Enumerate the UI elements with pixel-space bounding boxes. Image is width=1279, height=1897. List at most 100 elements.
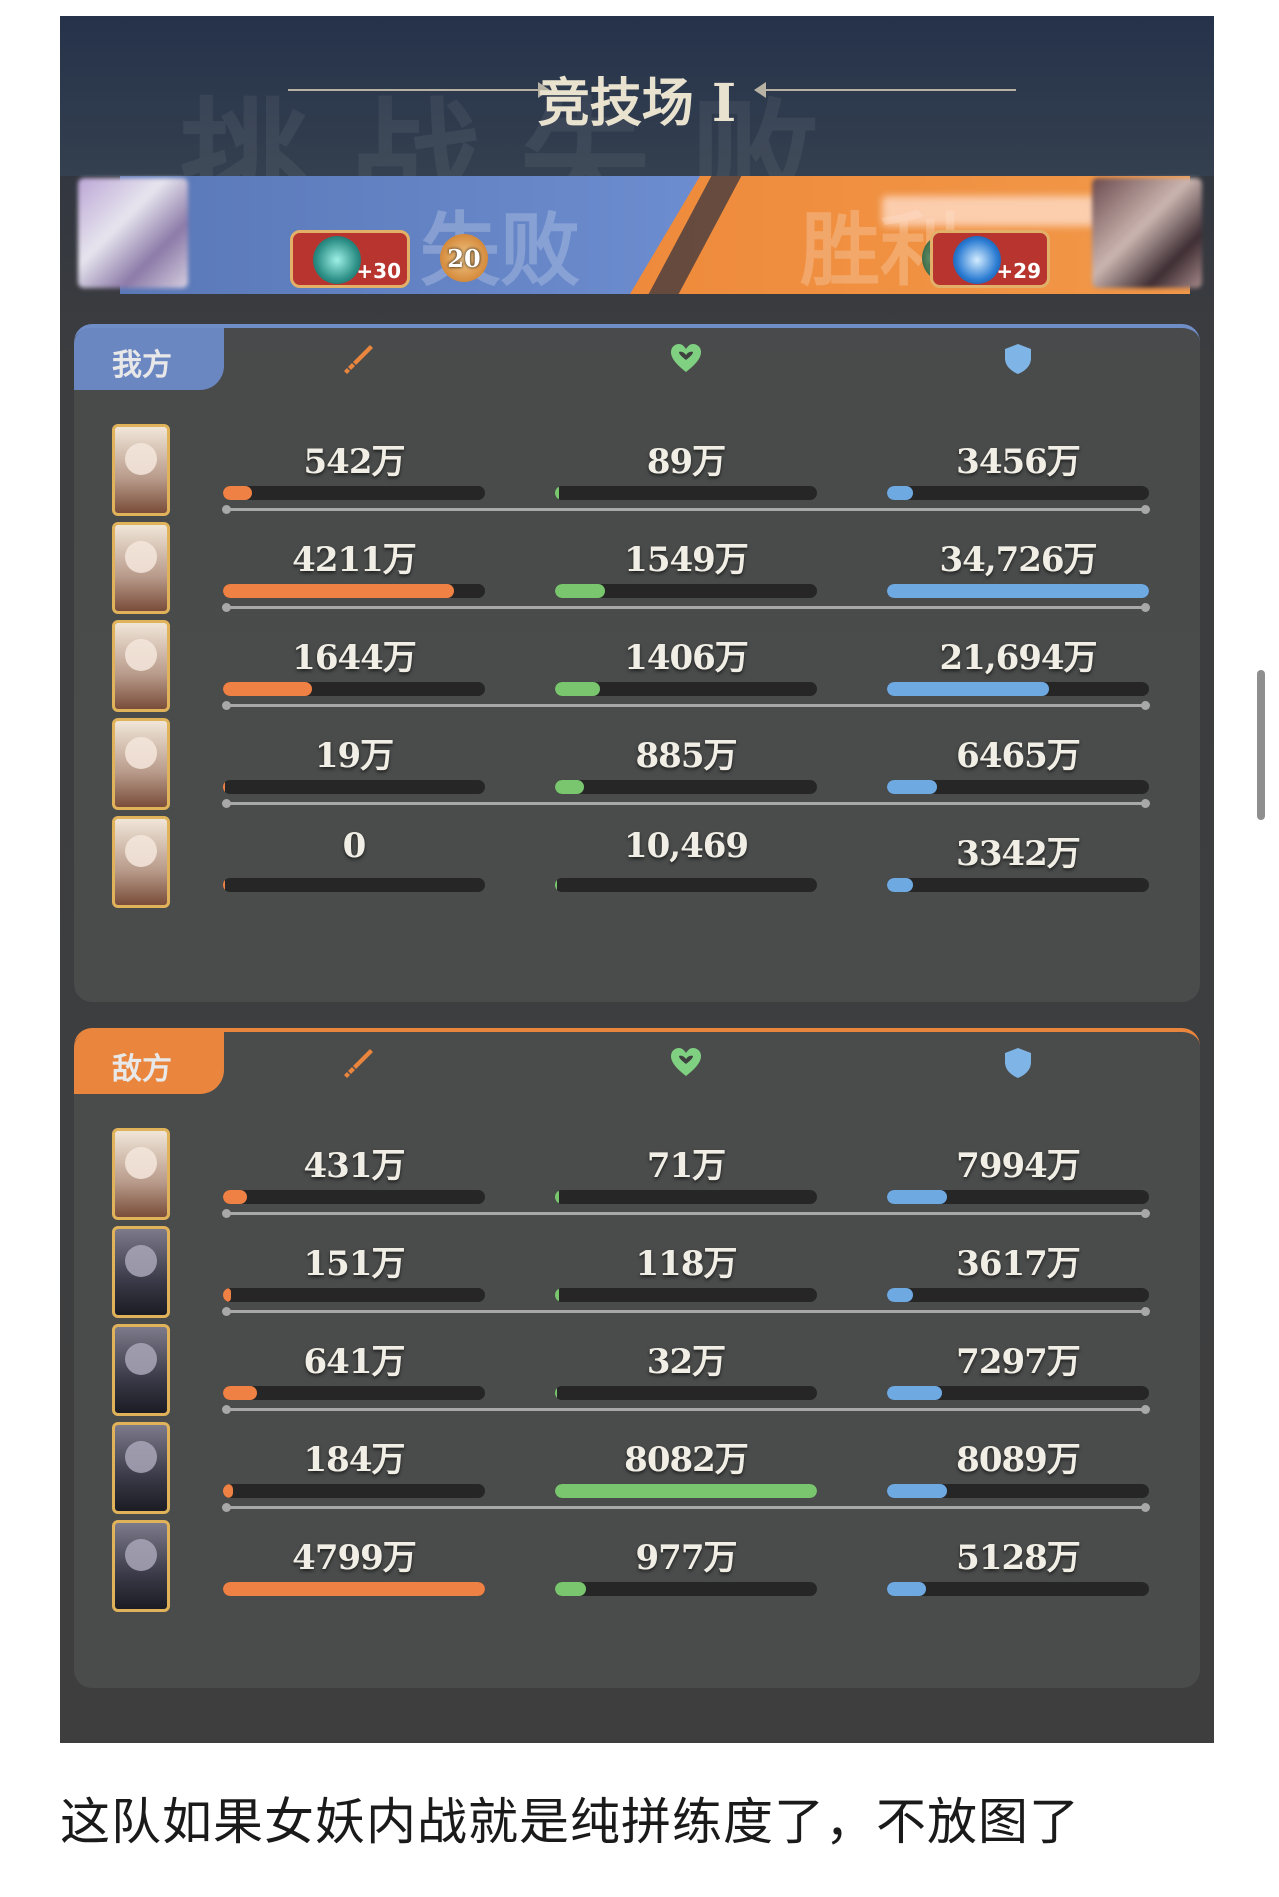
tank-stat-bar-fill — [887, 1190, 947, 1204]
heal-stat-bar-fill — [555, 878, 557, 892]
tank-stat-value: 7994万 — [956, 1146, 1081, 1186]
tank-stat-bar — [887, 1582, 1149, 1596]
heal-stat-bar — [555, 682, 817, 696]
tank-stat-bar — [887, 682, 1149, 696]
hero-portrait[interactable] — [112, 816, 170, 908]
enemy-team-panel: 敌方 431万 71万 7994万 151万 118万 3617万 641万 32万 7297万… — [74, 1028, 1200, 1688]
damage-stat-bar-fill — [223, 780, 225, 794]
battle-report-screenshot: 挑战失败 竞技场 I 失败 胜利 +30 20 20 +29 我方 — [60, 16, 1214, 1743]
gem-icon — [313, 236, 361, 284]
sword-icon — [342, 342, 376, 376]
hero-portrait[interactable] — [112, 1422, 170, 1514]
enemy-badge-bonus: +29 — [996, 259, 1041, 283]
damage-stat-bar — [223, 1190, 485, 1204]
tank-stat: 5128万 — [887, 1520, 1149, 1620]
arrow-left-icon — [754, 82, 766, 98]
header: 挑战失败 竞技场 I — [60, 16, 1214, 237]
enemy-avatar[interactable] — [1092, 178, 1202, 288]
tab-enemy-team[interactable]: 敌方 — [74, 1032, 224, 1094]
heart-icon — [669, 1046, 703, 1080]
tank-stat-bar-fill — [887, 878, 913, 892]
heal-stat-value: 1549万 — [624, 540, 749, 580]
hero-portrait[interactable] — [112, 522, 170, 614]
self-team-panel: 我方 542万 89万 3456万 4211万 1549万 34,726万 1644万 140… — [74, 324, 1200, 1002]
hero-portrait[interactable] — [112, 424, 170, 516]
tank-stat-bar-fill — [887, 584, 1149, 598]
heal-stat-bar — [555, 780, 817, 794]
damage-stat-value: 151万 — [303, 1244, 406, 1284]
shield-icon — [1001, 1046, 1035, 1080]
table-row: 0 10,469 3342万 — [74, 816, 1200, 916]
heal-stat-bar-fill — [555, 1190, 559, 1204]
heal-stat-bar-fill — [555, 780, 584, 794]
self-badge-bonus: +30 — [356, 259, 401, 283]
damage-stat-bar-fill — [223, 1386, 257, 1400]
heal-stat-value: 89万 — [646, 442, 726, 482]
heart-icon — [669, 342, 703, 376]
heal-stat-value: 32万 — [646, 1342, 726, 1382]
heal-stat-bar-fill — [555, 1484, 817, 1498]
self-avatar[interactable] — [78, 178, 188, 288]
self-level-medal: 20 — [436, 230, 492, 286]
hero-portrait[interactable] — [112, 1128, 170, 1220]
tank-stat-value: 8089万 — [956, 1440, 1081, 1480]
heal-stat-bar-fill — [555, 584, 605, 598]
damage-stat-value: 4799万 — [292, 1538, 417, 1578]
tank-stat-bar-fill — [887, 1484, 947, 1498]
enemy-name-blurred — [882, 196, 1112, 226]
heal-stat-value: 71万 — [646, 1146, 726, 1186]
damage-stat-bar — [223, 682, 485, 696]
damage-stat-value: 641万 — [303, 1342, 406, 1382]
hero-portrait[interactable] — [112, 1324, 170, 1416]
hero-portrait[interactable] — [112, 718, 170, 810]
heal-stat-bar — [555, 1190, 817, 1204]
self-rank-badge: +30 — [290, 230, 410, 288]
tank-stat-value: 6465万 — [956, 736, 1081, 776]
row-divider — [222, 701, 1150, 710]
damage-stat-bar — [223, 584, 485, 598]
damage-stat-bar-fill — [223, 1484, 233, 1498]
damage-stat-bar-fill — [223, 1582, 485, 1596]
tank-stat-value: 3342万 — [956, 834, 1081, 874]
hero-portrait[interactable] — [112, 1226, 170, 1318]
heal-stat-bar — [555, 486, 817, 500]
damage-stat-bar-fill — [223, 1190, 247, 1204]
table-row: 4799万 977万 5128万 — [74, 1520, 1200, 1620]
shield-icon — [1001, 342, 1035, 376]
tank-stat-bar-fill — [887, 486, 913, 500]
heal-stat-value: 118万 — [635, 1244, 738, 1284]
heal-stat-bar — [555, 1288, 817, 1302]
row-divider — [222, 799, 1150, 808]
tank-stat-value: 3617万 — [956, 1244, 1081, 1284]
tank-stat-bar-fill — [887, 682, 1049, 696]
row-divider — [222, 603, 1150, 612]
hero-portrait[interactable] — [112, 1520, 170, 1612]
damage-stat-bar-fill — [223, 486, 252, 500]
damage-stat: 0 — [223, 816, 485, 916]
tank-stat-value: 34,726万 — [939, 540, 1097, 580]
row-divider — [222, 1405, 1150, 1414]
heal-stat-bar — [555, 584, 817, 598]
heal-stat-value: 1406万 — [624, 638, 749, 678]
tank-stat-value: 3456万 — [956, 442, 1081, 482]
scrollbar[interactable] — [1257, 670, 1265, 820]
damage-stat-bar-fill — [223, 878, 225, 892]
enemy-rank-badge: +29 — [930, 230, 1050, 288]
tank-stat-bar — [887, 1484, 1149, 1498]
heal-stat-bar-fill — [555, 1288, 559, 1302]
damage-stat-bar — [223, 1582, 485, 1596]
damage-stat-bar — [223, 1288, 485, 1302]
row-divider — [222, 1307, 1150, 1316]
heal-stat-value: 885万 — [635, 736, 738, 776]
page-title: 竞技场 I — [537, 73, 737, 134]
heal-stat-bar — [555, 1386, 817, 1400]
hero-portrait[interactable] — [112, 620, 170, 712]
damage-stat-bar — [223, 1386, 485, 1400]
tank-stat-bar — [887, 1190, 1149, 1204]
tank-stat-bar-fill — [887, 1582, 926, 1596]
tab-self-team[interactable]: 我方 — [74, 328, 224, 390]
tank-stat-bar-fill — [887, 1288, 913, 1302]
row-divider — [222, 1503, 1150, 1512]
heal-stat-bar — [555, 1484, 817, 1498]
heal-stat-bar-fill — [555, 486, 559, 500]
